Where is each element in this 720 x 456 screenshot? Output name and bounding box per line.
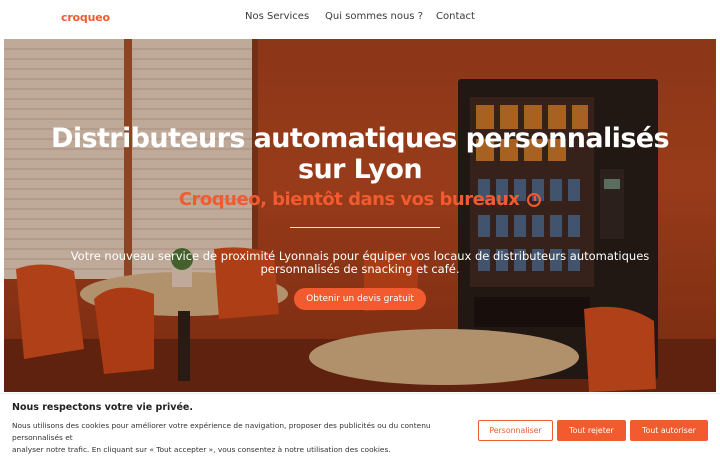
hero-subtitle-text: Croqueo, bientôt dans vos bureaux — [178, 189, 520, 210]
nav-about[interactable]: Qui sommes nous ? — [325, 11, 423, 22]
logo[interactable]: croqueo — [61, 11, 110, 24]
nav-contact[interactable]: Contact — [436, 11, 475, 22]
hero-title-line2: sur Lyon — [298, 154, 423, 185]
clock-icon — [527, 193, 542, 207]
cookie-text: Nous utilisons des cookies pour améliore… — [12, 420, 472, 456]
cookie-text-line1: Nous utilisons des cookies pour améliore… — [12, 421, 431, 442]
hero-title: Distributeurs automatiques personnalisés… — [4, 123, 716, 185]
site-header: croqueo Nos Services Qui sommes nous ? C… — [0, 0, 720, 38]
cookie-title: Nous respectons votre vie privée. — [12, 402, 193, 413]
hero-divider — [290, 227, 440, 228]
hero-subtitle: Croqueo, bientôt dans vos bureaux — [4, 189, 716, 210]
cookie-banner: Nous respectons votre vie privée. Nous u… — [0, 393, 720, 454]
nav-services[interactable]: Nos Services — [245, 11, 309, 22]
hero-title-line1: Distributeurs automatiques personnalisés — [51, 123, 670, 154]
cookie-text-line2: analyser notre trafic. En cliquant sur «… — [12, 445, 391, 454]
customize-cookies-button[interactable]: Personnaliser — [478, 420, 553, 441]
reject-all-button[interactable]: Tout rejeter — [557, 420, 626, 441]
hero-overlay — [4, 39, 716, 392]
hero-section: Distributeurs automatiques personnalisés… — [4, 39, 716, 392]
hero-description-line2: personnalisés de snacking et café. — [260, 262, 460, 276]
quote-button[interactable]: Obtenir un devis gratuit — [294, 288, 426, 310]
accept-all-button[interactable]: Tout autoriser — [630, 420, 708, 441]
hero-description: Votre nouveau service de proximité Lyonn… — [34, 250, 686, 276]
